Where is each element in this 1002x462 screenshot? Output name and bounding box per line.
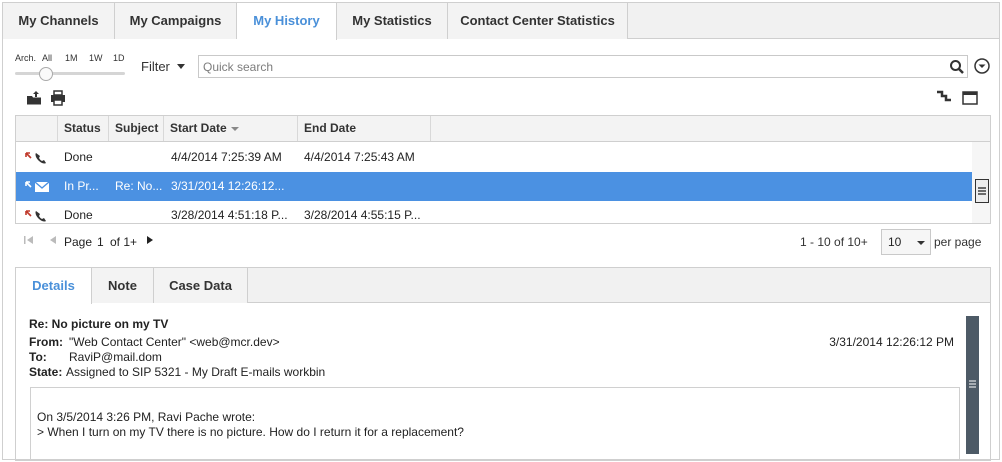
tab-my-channels[interactable]: My Channels [3, 3, 115, 39]
email-date: 3/31/2014 12:26:12 PM [829, 335, 954, 349]
message-line: On 3/5/2014 3:26 PM, Ravi Pache wrote: [37, 410, 256, 424]
tab-case-data[interactable]: Case Data [154, 268, 248, 303]
first-page-icon[interactable] [23, 234, 35, 246]
time-range-slider[interactable] [15, 72, 125, 75]
per-page-label: per page [934, 235, 982, 249]
print-icon[interactable] [49, 89, 67, 107]
from-value: "Web Contact Center" <web@mcr.dev> [69, 335, 280, 349]
scrollbar-grip-icon [969, 380, 976, 388]
row-status: In Pr... [64, 179, 99, 193]
slider-label-archive: Arch. [15, 53, 37, 63]
tab-my-statistics[interactable]: My Statistics [337, 3, 448, 39]
page-total: of 1+ [110, 235, 138, 249]
time-range-slider-handle[interactable] [39, 67, 53, 81]
row-start-date: 3/28/2014 4:51:18 P... [171, 208, 288, 222]
tab-contact-center-statistics[interactable]: Contact Center Statistics [448, 3, 628, 39]
row-end-date: 3/28/2014 4:55:15 P... [304, 208, 421, 222]
result-range: 1 - 10 of 10+ [800, 235, 868, 249]
tab-details[interactable]: Details [16, 268, 92, 304]
to-label: To: [29, 350, 47, 364]
page-number[interactable]: 1 [97, 235, 104, 249]
to-line: To: RaviP@mail.dom [29, 350, 162, 364]
search-icon[interactable] [949, 59, 965, 75]
inbound-email-icon [25, 181, 50, 192]
row-status: Done [64, 208, 93, 222]
next-page-icon[interactable] [144, 234, 156, 246]
chevron-down-icon[interactable] [177, 64, 185, 69]
quick-search-input[interactable] [203, 59, 933, 75]
state-label: State: [29, 365, 63, 379]
time-range-labels: Arch. All 1M 1W 1D [15, 53, 127, 63]
inbound-call-icon [25, 152, 46, 164]
details-body: Re: No picture on my TV From: "Web Conta… [16, 304, 966, 460]
quick-search-box [198, 55, 968, 78]
state-value: Assigned to SIP 5321 - My Draft E-mails … [66, 365, 326, 379]
previous-page-icon[interactable] [47, 234, 59, 246]
history-panel: My Channels My Campaigns My History My S… [2, 2, 1000, 461]
maximize-icon[interactable] [961, 89, 979, 107]
from-line: From: "Web Contact Center" <web@mcr.dev> [29, 335, 280, 349]
search-options-icon[interactable] [973, 57, 991, 75]
row-status: Done [64, 150, 93, 164]
switch-view-icon[interactable] [935, 89, 953, 107]
to-value: RaviP@mail.dom [69, 350, 162, 364]
column-header-start-date-label: Start Date [170, 121, 227, 135]
column-header-subject[interactable]: Subject [109, 116, 164, 141]
table-row-selected[interactable]: In Pr... Re: No... 3/31/2014 12:26:12... [16, 172, 972, 201]
email-message-body[interactable]: On 3/5/2014 3:26 PM, Ravi Pache wrote: >… [30, 387, 960, 460]
column-header-status[interactable]: Status [58, 116, 109, 141]
row-subject: Re: No... [115, 179, 163, 193]
tab-my-history[interactable]: My History [237, 3, 337, 40]
details-tab-bar: Details Note Case Data [16, 268, 990, 304]
column-header-type[interactable] [16, 116, 58, 141]
slider-label-all: All [42, 53, 53, 63]
chevron-down-icon [917, 241, 925, 245]
state-line: State: Assigned to SIP 5321 - My Draft E… [29, 365, 325, 379]
table-row[interactable]: Done 4/4/2014 7:25:39 AM 4/4/2014 7:25:4… [16, 143, 972, 172]
slider-label-1m: 1M [65, 53, 78, 63]
row-end-date: 4/4/2014 7:25:43 AM [304, 150, 415, 164]
tab-my-campaigns[interactable]: My Campaigns [115, 3, 237, 39]
table-header: Status Subject Start Date End Date [16, 116, 972, 142]
slider-label-1d: 1D [113, 53, 125, 63]
details-panel: Details Note Case Data Re: No picture on… [15, 267, 991, 461]
message-line: > When I turn on my TV there is no pictu… [37, 425, 464, 439]
filter-dropdown[interactable]: Filter [141, 59, 170, 74]
column-header-start-date[interactable]: Start Date [164, 116, 298, 141]
top-tab-bar: My Channels My Campaigns My History My S… [3, 3, 999, 40]
email-subject: Re: No picture on my TV [29, 317, 169, 331]
per-page-select[interactable]: 10 [881, 229, 931, 255]
table-row[interactable]: Done 3/28/2014 4:51:18 P... 3/28/2014 4:… [16, 201, 972, 223]
per-page-value: 10 [888, 235, 902, 249]
row-drag-handle-icon[interactable] [975, 179, 989, 203]
row-start-date: 4/4/2014 7:25:39 AM [171, 150, 282, 164]
inbound-call-icon [25, 210, 46, 222]
table-header-scroll-cap [972, 116, 990, 142]
sort-descending-icon [231, 127, 239, 131]
from-label: From: [29, 335, 63, 349]
history-table: Status Subject Start Date End Date Done … [15, 115, 991, 224]
slider-label-1w: 1W [89, 53, 103, 63]
row-start-date: 3/31/2014 12:26:12... [171, 179, 285, 193]
page-label: Page [64, 235, 93, 249]
tab-note[interactable]: Note [92, 268, 154, 303]
column-header-end-date[interactable]: End Date [298, 116, 431, 141]
mark-done-icon[interactable] [25, 89, 43, 107]
